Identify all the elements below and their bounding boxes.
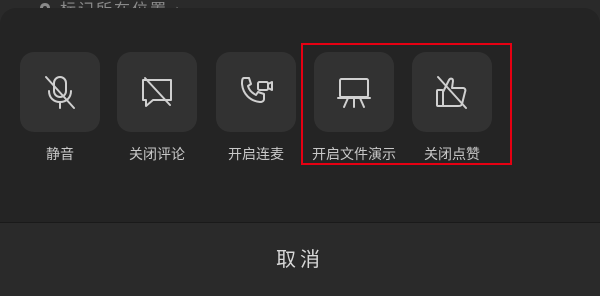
start-co-host-tile[interactable] [216,52,296,132]
phone-video-icon [241,77,273,103]
start-presentation-tile[interactable] [314,52,394,132]
start-co-host-button[interactable]: 开启连麦 [216,52,296,163]
close-comments-tile[interactable] [117,52,197,132]
screen: 标记所在位置 › 静音 关闭评论 [0,0,600,296]
mic-off-icon [45,76,75,109]
close-likes-button[interactable]: 关闭点赞 [412,52,492,163]
thumbs-up-off-icon [436,76,467,109]
comment-off-icon [142,77,172,107]
start-presentation-button[interactable]: 开启文件演示 [312,52,396,163]
cancel-button[interactable]: 取消 [0,223,600,296]
close-likes-tile[interactable] [412,52,492,132]
mute-button[interactable]: 静音 [20,52,100,163]
action-sheet: 静音 关闭评论 开启连麦 开启文件演示 关闭点赞 取消 [0,8,600,296]
presentation-board-icon [337,78,371,108]
close-comments-button[interactable]: 关闭评论 [117,52,197,163]
mute-tile[interactable] [20,52,100,132]
close-likes-label: 关闭点赞 [424,147,480,163]
